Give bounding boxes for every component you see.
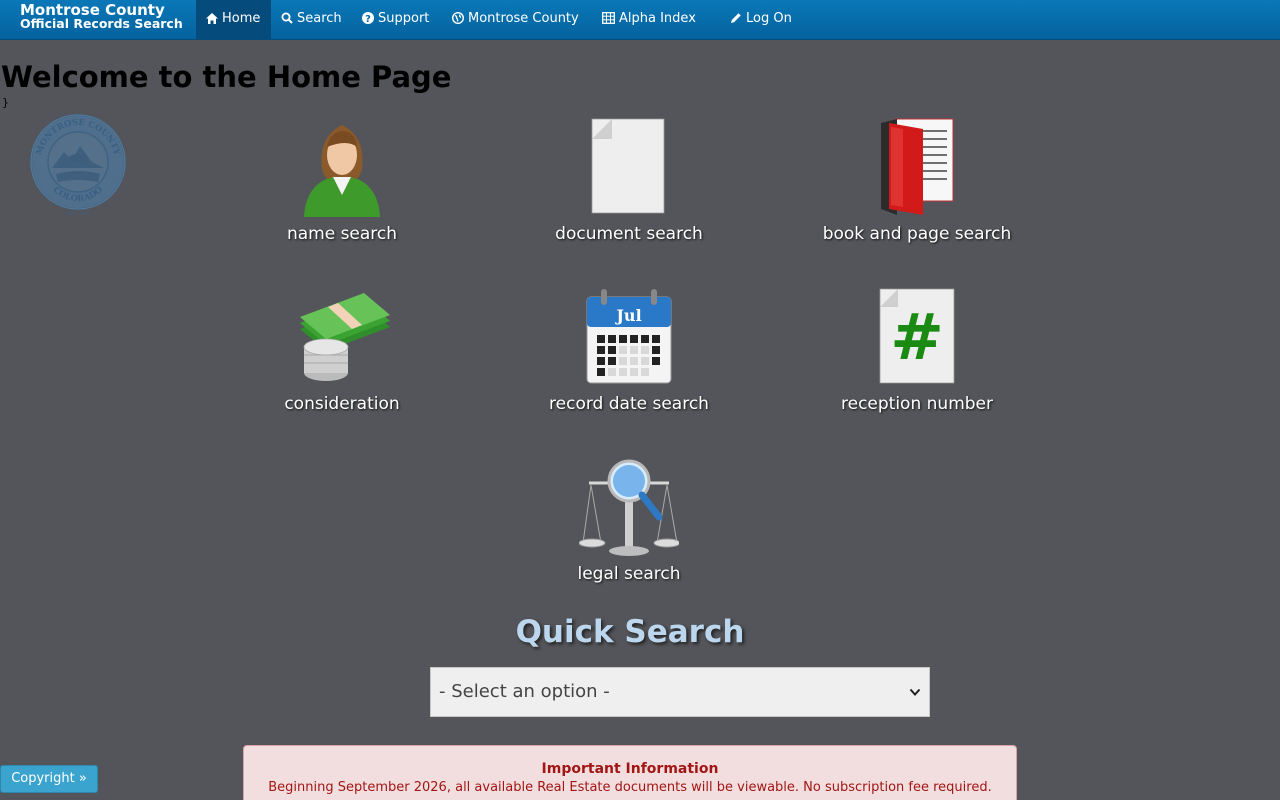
nav-support-label: Support: [378, 11, 430, 26]
book-icon: [881, 118, 954, 215]
tile-consideration-label: consideration: [284, 394, 400, 414]
tile-legal-search-label: legal search: [577, 564, 681, 584]
nav-log-on[interactable]: Log On: [730, 0, 792, 39]
home-icon: [206, 13, 218, 24]
alert-message: Beginning September 2026, all available …: [268, 780, 992, 795]
hash-glyph: #: [890, 300, 944, 375]
nav-alpha-index-label: Alpha Index: [619, 11, 696, 26]
top-navbar: Montrose County Official Records Search …: [0, 0, 1280, 40]
nav-log-on-label: Log On: [746, 11, 792, 26]
county-seal-logo: MONTROSE COUNTY COLORADO EST. 1883: [30, 114, 126, 217]
tile-document-search-label: document search: [555, 224, 703, 244]
tile-book-and-page-search-label: book and page search: [822, 224, 1012, 244]
globe-icon: [451, 11, 465, 25]
question-circle-icon: ?: [362, 12, 374, 25]
tile-legal-search[interactable]: legal search: [499, 457, 759, 587]
tile-book-and-page-search[interactable]: book and page search: [787, 117, 1047, 247]
seal-est-text: EST. 1883: [67, 211, 89, 217]
tile-reception-number[interactable]: # reception number: [787, 287, 1047, 417]
copyright-button[interactable]: Copyright »: [0, 765, 98, 793]
chevron-down-icon: [909, 688, 921, 696]
tile-name-search-label: name search: [286, 224, 398, 244]
svg-text:?: ?: [365, 14, 371, 24]
tile-record-date-search[interactable]: Jul record date search: [499, 287, 759, 417]
nav-montrose-county-label: Montrose County: [468, 11, 579, 26]
search-icon: [281, 12, 293, 24]
table-icon: [602, 12, 615, 24]
calendar-month-text: Jul: [614, 306, 641, 325]
person-icon: [304, 125, 380, 217]
tile-name-search[interactable]: name search: [212, 117, 472, 247]
nav-home-label: Home: [222, 11, 261, 26]
tile-document-search[interactable]: document search: [499, 117, 759, 247]
quick-search-select[interactable]: - Select an option -: [430, 667, 930, 717]
page-title: Welcome to the Home Page: [1, 60, 452, 94]
stray-brace-text: }: [2, 96, 9, 109]
document-icon: [591, 118, 665, 214]
nav-support[interactable]: ? Support: [362, 0, 429, 39]
money-icon: [300, 293, 390, 381]
tile-record-date-search-label: record date search: [549, 394, 709, 414]
tile-consideration[interactable]: consideration: [212, 287, 472, 417]
important-information-alert: Important Information Beginning Septembe…: [243, 745, 1017, 800]
quick-search-selected-value: - Select an option -: [439, 681, 610, 702]
brand-line-1: Montrose County: [20, 1, 165, 19]
tile-reception-number-label: reception number: [841, 394, 993, 414]
brand-line-2: Official Records Search: [20, 16, 183, 31]
calendar-icon: Jul: [586, 289, 672, 384]
brand-logo-text[interactable]: Montrose County Official Records Search: [20, 3, 183, 31]
nav-alpha-index[interactable]: Alpha Index: [602, 0, 696, 39]
quick-search-title: Quick Search: [515, 614, 745, 650]
nav-montrose-county[interactable]: Montrose County: [451, 0, 579, 39]
nav-home[interactable]: Home: [196, 0, 271, 39]
alert-title: Important Information: [541, 761, 719, 777]
nav-search[interactable]: Search: [281, 0, 342, 39]
scales-magnifier-icon: [579, 459, 679, 556]
nav-search-label: Search: [297, 11, 342, 26]
hash-document-icon: #: [879, 288, 955, 384]
pencil-icon: [731, 13, 741, 23]
